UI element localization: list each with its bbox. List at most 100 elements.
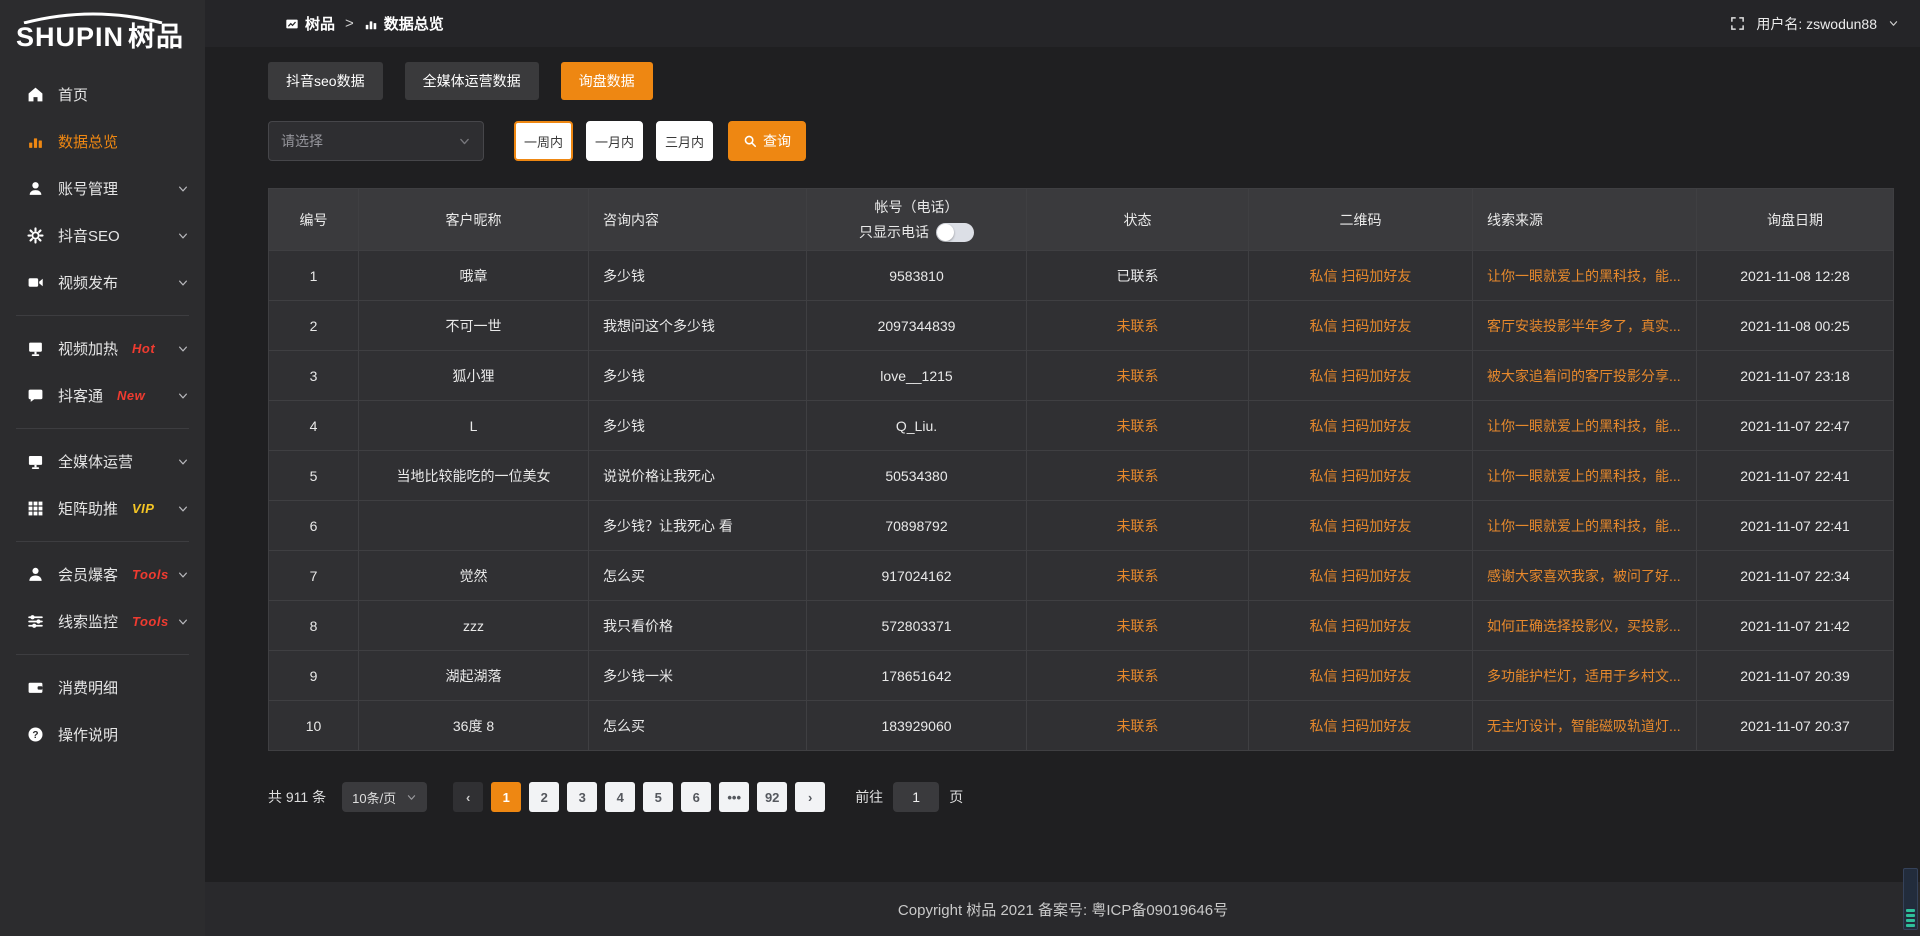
cell-account: 50534380	[807, 451, 1027, 501]
user-icon	[27, 180, 44, 197]
page-button-4[interactable]: 4	[605, 782, 635, 812]
chart-icon	[27, 133, 44, 150]
qr-link[interactable]: 私信 扫码加好友	[1310, 268, 1412, 284]
source-link[interactable]: 客厅安装投影半年多了，真实...	[1487, 318, 1681, 334]
cell-account: Q_Liu.	[807, 401, 1027, 451]
goto-unit: 页	[949, 787, 963, 807]
user-caret-down-icon[interactable]	[1888, 18, 1899, 29]
filter-select[interactable]: 请选择	[268, 121, 484, 161]
page-button-6[interactable]: 6	[681, 782, 711, 812]
goto-page-input[interactable]	[893, 782, 939, 812]
sidebar-item-omni-media-operation[interactable]: 全媒体运营	[0, 438, 205, 485]
breadcrumb: 树品 > 数据总览	[285, 13, 444, 34]
qr-link[interactable]: 私信 扫码加好友	[1310, 468, 1412, 484]
cell-source: 多功能护栏灯，适用于乡村文...	[1473, 651, 1697, 701]
sidebar-item-douyin-seo[interactable]: 抖音SEO	[0, 212, 205, 259]
sidebar-item-member-baoke[interactable]: 会员爆客 Tools	[0, 551, 205, 598]
sidebar-item-operation-guide[interactable]: 操作说明	[0, 711, 205, 758]
header-nickname: 客户昵称	[359, 189, 589, 251]
tab-douyin-seo-data[interactable]: 抖音seo数据	[268, 62, 383, 100]
cell-nickname: 湖起湖落	[359, 651, 589, 701]
sidebar-item-matrix-boost[interactable]: 矩阵助推 VIP	[0, 485, 205, 532]
cell-account: 2097344839	[807, 301, 1027, 351]
tab-omni-media-data[interactable]: 全媒体运营数据	[405, 62, 539, 100]
chevron-down-icon	[177, 230, 189, 242]
page-button-5[interactable]: 5	[643, 782, 673, 812]
source-link[interactable]: 让你一眼就爱上的黑科技，能...	[1487, 518, 1681, 534]
cell-source: 感谢大家喜欢我家，被问了好...	[1473, 551, 1697, 601]
cell-content: 怎么买	[589, 701, 807, 751]
source-link[interactable]: 如何正确选择投影仪，买投影...	[1487, 618, 1681, 634]
cell-content: 怎么买	[589, 551, 807, 601]
cell-qr: 私信 扫码加好友	[1249, 451, 1473, 501]
source-link[interactable]: 让你一眼就爱上的黑科技，能...	[1487, 418, 1681, 434]
footer: Copyright 树品 2021 备案号: 粤ICP备09019646号	[205, 882, 1920, 936]
sidebar-item-account-management[interactable]: 账号管理	[0, 165, 205, 212]
qr-link[interactable]: 私信 扫码加好友	[1310, 368, 1412, 384]
corner-widget[interactable]	[1903, 868, 1918, 930]
more-pages-button[interactable]: •••	[719, 782, 749, 812]
prev-page-button[interactable]: ‹	[453, 782, 483, 812]
source-link[interactable]: 让你一眼就爱上的黑科技，能...	[1487, 268, 1681, 284]
header-content: 咨询内容	[589, 189, 807, 251]
source-link[interactable]: 无主灯设计，智能磁吸轨道灯...	[1487, 718, 1681, 734]
cell-date: 2021-11-07 23:18	[1697, 351, 1894, 401]
sidebar-item-video-publish[interactable]: 视频发布	[0, 259, 205, 306]
source-link[interactable]: 被大家追着问的客厅投影分享...	[1487, 368, 1681, 384]
monitor-icon	[27, 453, 44, 470]
sidebar-item-home[interactable]: 首页	[0, 71, 205, 118]
sidebar-item-consumption-detail[interactable]: 消费明细	[0, 664, 205, 711]
cell-content: 我想问这个多少钱	[589, 301, 807, 351]
table-row: 1 哦章 多少钱 9583810 已联系 私信 扫码加好友 让你一眼就爱上的黑科…	[269, 251, 1894, 301]
page-button-92[interactable]: 92	[757, 782, 787, 812]
header-account-label: 帐号（电话）	[875, 197, 959, 217]
sidebar-item-clue-monitor[interactable]: 线索监控 Tools	[0, 598, 205, 645]
qr-link[interactable]: 私信 扫码加好友	[1310, 618, 1412, 634]
sidebar-item-data-overview[interactable]: 数据总览	[0, 118, 205, 165]
page-size-select[interactable]: 10条/页	[342, 782, 427, 812]
period-button-quarter[interactable]: 三月内	[656, 121, 713, 161]
logo-cn: 树品	[128, 22, 184, 52]
sidebar-divider	[16, 428, 189, 429]
sidebar-item-label: 全媒体运营	[58, 451, 133, 472]
source-link[interactable]: 让你一眼就爱上的黑科技，能...	[1487, 468, 1681, 484]
sidebar-item-label: 抖客通	[58, 385, 103, 406]
tab-inquiry-data[interactable]: 询盘数据	[561, 62, 653, 100]
page-button-2[interactable]: 2	[529, 782, 559, 812]
cell-content: 多少钱	[589, 251, 807, 301]
qr-link[interactable]: 私信 扫码加好友	[1310, 518, 1412, 534]
period-button-month[interactable]: 一月内	[586, 121, 643, 161]
cell-date: 2021-11-07 22:47	[1697, 401, 1894, 451]
video-icon	[27, 274, 44, 291]
sidebar-item-label: 首页	[58, 84, 88, 105]
header-no: 编号	[269, 189, 359, 251]
source-link[interactable]: 多功能护栏灯，适用于乡村文...	[1487, 668, 1681, 684]
phone-only-toggle[interactable]	[936, 223, 974, 242]
qr-link[interactable]: 私信 扫码加好友	[1310, 568, 1412, 584]
search-button-label: 查询	[763, 131, 791, 151]
cell-no: 8	[269, 601, 359, 651]
qr-link[interactable]: 私信 扫码加好友	[1310, 318, 1412, 334]
cell-status: 未联系	[1027, 651, 1249, 701]
qr-link[interactable]: 私信 扫码加好友	[1310, 718, 1412, 734]
cell-nickname: 36度 8	[359, 701, 589, 751]
sidebar-item-label: 视频发布	[58, 272, 118, 293]
source-link[interactable]: 感谢大家喜欢我家，被问了好...	[1487, 568, 1681, 584]
qr-link[interactable]: 私信 扫码加好友	[1310, 668, 1412, 684]
cell-account: 9583810	[807, 251, 1027, 301]
breadcrumb-root[interactable]: 树品	[305, 13, 335, 34]
sidebar-item-douketong[interactable]: 抖客通 New	[0, 372, 205, 419]
next-page-button[interactable]: ›	[795, 782, 825, 812]
sidebar-item-video-heating[interactable]: 视频加热 Hot	[0, 325, 205, 372]
fullscreen-icon[interactable]	[1730, 16, 1745, 31]
page-button-1[interactable]: 1	[491, 782, 521, 812]
period-button-week[interactable]: 一周内	[514, 121, 573, 161]
page-button-3[interactable]: 3	[567, 782, 597, 812]
cell-date: 2021-11-07 22:41	[1697, 451, 1894, 501]
username-label[interactable]: 用户名: zswodun88	[1756, 14, 1877, 34]
chevron-down-icon	[177, 183, 189, 195]
chevron-down-icon	[177, 569, 189, 581]
qr-link[interactable]: 私信 扫码加好友	[1310, 418, 1412, 434]
search-button[interactable]: 查询	[728, 121, 806, 161]
sidebar: SHUPIN树品 首页 数据总览 账号管理 抖音SEO 视频发布 视频加热 Ho…	[0, 0, 205, 936]
